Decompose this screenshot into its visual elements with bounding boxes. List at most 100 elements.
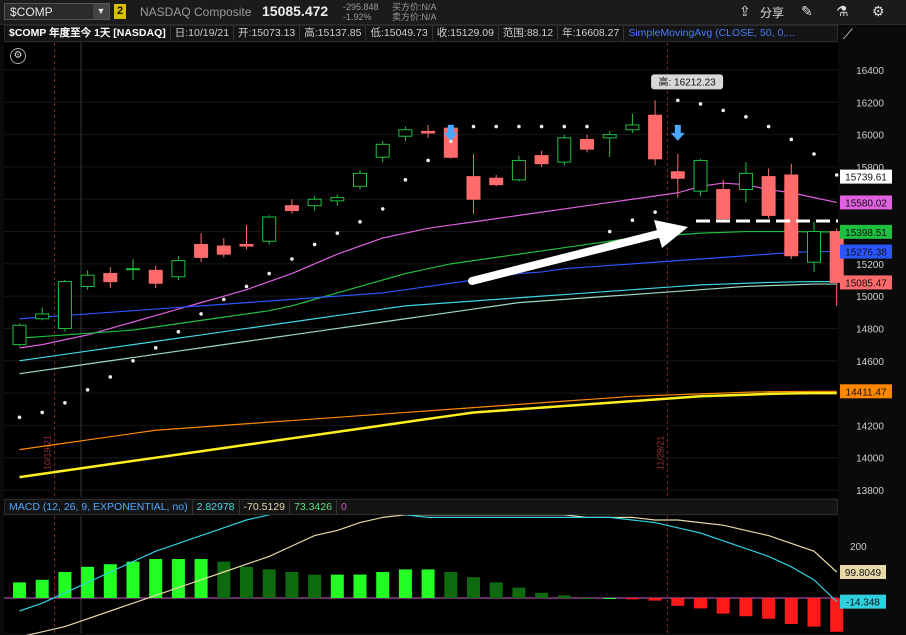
macd-histogram-bar xyxy=(784,598,798,624)
candle-body xyxy=(602,134,617,139)
sar-dot xyxy=(176,329,181,334)
sar-dot xyxy=(131,358,135,363)
candle-body xyxy=(126,268,140,271)
candle-body xyxy=(171,260,186,278)
sar-dot xyxy=(40,410,44,415)
sar-dot xyxy=(766,124,771,129)
y-tick-label: 14800 xyxy=(856,324,884,335)
macd-histogram-bar xyxy=(353,574,367,598)
candle-body xyxy=(421,130,436,134)
macd-histogram-bar xyxy=(648,598,662,601)
candle-body xyxy=(738,172,753,191)
candle-body xyxy=(307,198,322,207)
y-tick-label: 13800 xyxy=(856,486,884,497)
macd-histogram-bar xyxy=(171,559,185,598)
sar-dot xyxy=(721,108,725,113)
macd-histogram-bar xyxy=(512,587,526,598)
price-label: 15580.02 xyxy=(845,198,887,209)
macd-histogram-bar xyxy=(489,582,503,598)
price-label: 15276.38 xyxy=(845,248,887,259)
macd-histogram-bar xyxy=(694,598,707,609)
candle-body xyxy=(375,143,390,158)
macd-histogram-bar xyxy=(58,572,72,598)
price-label: 15085.47 xyxy=(845,278,887,289)
macd-histogram-bar xyxy=(716,598,730,614)
macd-histogram-bar xyxy=(739,598,753,617)
y-tick-label: 16200 xyxy=(856,98,884,109)
sar-dot xyxy=(426,158,430,163)
macd-label: -14.348 xyxy=(846,598,880,609)
candle-body xyxy=(194,243,209,258)
date-marker-label: 11/29/21 xyxy=(655,436,665,470)
candle-body xyxy=(807,231,821,263)
sar-dot xyxy=(653,210,657,214)
price-chart-canvas[interactable]: 10/19/21 11/29/21 高: 16212.23 16400 16200 1… xyxy=(0,0,906,635)
candle-body xyxy=(57,281,72,329)
macd-histogram-bar xyxy=(149,559,163,598)
sar-dot xyxy=(403,178,408,182)
sar-dot xyxy=(630,218,635,223)
macd-histogram-bar xyxy=(762,598,776,619)
macd-histogram-bar xyxy=(603,598,617,599)
candle-body xyxy=(398,129,413,137)
macd-histogram-bar xyxy=(35,579,49,598)
candle-body xyxy=(330,197,345,202)
candle-body xyxy=(784,174,799,257)
candle-body xyxy=(534,155,549,165)
candle-body xyxy=(239,243,254,247)
chart-settings-icon[interactable]: ⚙ xyxy=(10,48,26,64)
candle-body xyxy=(511,159,526,181)
sar-dot xyxy=(494,124,499,129)
macd-histogram-bar xyxy=(308,574,322,598)
macd-histogram-bar xyxy=(625,598,639,600)
candle-body xyxy=(262,216,277,242)
macd-zero: 0 xyxy=(340,501,347,513)
y-tick-label: 16400 xyxy=(856,66,884,77)
macd-histogram-bar xyxy=(580,598,594,599)
sar-dot xyxy=(244,284,249,289)
date-marker-label: 10/19/21 xyxy=(43,435,53,470)
sar-dot xyxy=(153,346,158,350)
macd-title[interactable]: MACD (12, 26, 9, EXPONENTIAL, no) xyxy=(5,500,193,514)
candle-body xyxy=(103,273,118,283)
sar-dot xyxy=(267,271,272,276)
sar-dot xyxy=(698,102,703,106)
y-tick-label: 16000 xyxy=(856,131,884,142)
macd-histogram-bar xyxy=(262,569,276,598)
sar-dot xyxy=(199,312,203,316)
sar-dot xyxy=(607,229,612,234)
macd-diff: 73.3426 xyxy=(290,500,337,514)
candle-body xyxy=(148,269,163,284)
y-tick-label: 14200 xyxy=(856,421,884,432)
sar-dot xyxy=(335,231,340,235)
candle-body xyxy=(716,189,731,220)
candle-body xyxy=(489,177,504,186)
macd-label: 99.8049 xyxy=(845,568,882,579)
price-label: 15739.61 xyxy=(845,173,887,184)
macd-histogram-bar xyxy=(398,569,412,598)
sar-dot xyxy=(562,124,567,129)
macd-histogram-bar xyxy=(126,561,140,598)
sar-dot xyxy=(312,242,317,247)
macd-histogram-bar xyxy=(240,566,253,598)
sar-dot xyxy=(108,375,113,379)
macd-y-tick-label: 200 xyxy=(850,542,867,553)
macd-histogram-bar xyxy=(535,592,549,598)
candle-body xyxy=(580,138,594,150)
high-label: 高: 16212.23 xyxy=(658,75,716,88)
sar-dot xyxy=(290,257,294,261)
macd-info-bar: MACD (12, 26, 9, EXPONENTIAL, no) 2.82978… xyxy=(4,499,838,515)
candle-body xyxy=(761,176,776,216)
sar-dot xyxy=(380,207,385,211)
y-tick-label: 14000 xyxy=(856,454,884,465)
macd-avg: -70.5129 xyxy=(240,500,290,514)
macd-histogram-bar xyxy=(807,598,821,627)
candle-body xyxy=(557,137,572,163)
candle-body xyxy=(80,274,95,287)
macd-histogram-bar xyxy=(557,595,571,598)
sar-dot xyxy=(517,124,521,129)
macd-histogram-bar xyxy=(330,574,344,598)
candle-body xyxy=(693,159,708,192)
macd-histogram-bar xyxy=(467,577,480,598)
sar-dot xyxy=(744,115,748,119)
